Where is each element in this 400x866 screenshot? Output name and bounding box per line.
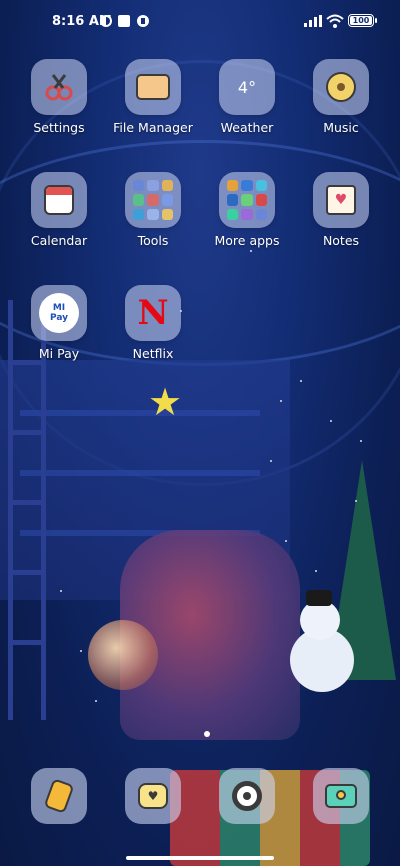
folder-tools[interactable]: Tools — [108, 172, 198, 248]
wifi-icon — [326, 14, 344, 28]
status-bar: 8:16 AM 100 — [0, 0, 400, 44]
dock-chrome[interactable] — [219, 768, 275, 824]
app-label: Netflix — [132, 346, 174, 361]
square-notification-icon — [118, 15, 130, 27]
camera-icon — [325, 784, 357, 808]
netflix-icon: N — [137, 293, 169, 333]
dock-camera[interactable] — [313, 768, 369, 824]
signal-icon — [304, 15, 322, 27]
mi-pay-badge-bottom: Pay — [49, 313, 69, 323]
dock-phone[interactable] — [31, 768, 87, 824]
weather-icon: 4° — [237, 77, 257, 97]
battery-level: 100 — [350, 16, 372, 25]
app-mi-pay[interactable]: MI Pay Mi Pay — [14, 285, 104, 361]
app-label: Music — [323, 120, 359, 135]
page-indicator-dot — [204, 731, 210, 737]
chrome-icon — [232, 781, 262, 811]
music-disc-icon — [326, 72, 356, 102]
app-label: File Manager — [113, 120, 193, 135]
app-weather[interactable]: 4° Weather — [202, 59, 292, 135]
dock-messages[interactable]: ♥ — [125, 768, 181, 824]
mi-pay-icon: MI Pay — [39, 293, 79, 333]
app-calendar[interactable]: Calendar — [14, 172, 104, 248]
folder-more-apps[interactable]: More apps — [202, 172, 292, 248]
battery-icon: 100 — [348, 14, 377, 27]
calendar-icon — [44, 185, 74, 215]
home-gesture-bar[interactable] — [126, 856, 274, 860]
app-label: Tools — [137, 233, 169, 248]
app-label: Settings — [33, 120, 85, 135]
folder-grid-icon — [227, 180, 267, 220]
folder-grid-icon — [133, 180, 173, 220]
app-notes[interactable]: ♥ Notes — [296, 172, 386, 248]
app-music[interactable]: Music — [296, 59, 386, 135]
dnd-icon — [100, 15, 112, 27]
app-label: More apps — [214, 233, 280, 248]
mi-pay-badge-top: MI — [52, 303, 66, 313]
app-label: Weather — [220, 120, 274, 135]
app-label: Mi Pay — [38, 346, 80, 361]
app-netflix[interactable]: N Netflix — [108, 285, 198, 361]
app-file-manager[interactable]: File Manager — [108, 59, 198, 135]
app-settings[interactable]: Settings — [14, 59, 104, 135]
settings-icon — [45, 74, 73, 101]
app-label: Notes — [322, 233, 360, 248]
notes-heart-icon: ♥ — [326, 185, 356, 215]
app-label: Calendar — [30, 233, 88, 248]
circle-notification-icon — [137, 15, 149, 27]
folder-icon — [136, 74, 170, 100]
messages-icon: ♥ — [138, 783, 168, 809]
phone-icon — [43, 778, 75, 814]
